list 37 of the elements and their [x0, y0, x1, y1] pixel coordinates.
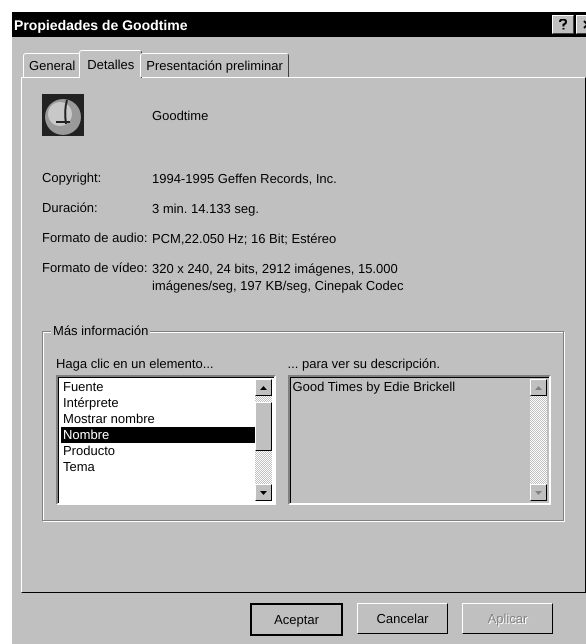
detail-label: Copyright:: [42, 170, 102, 187]
up-arrow-icon: [535, 386, 542, 390]
list-item[interactable]: Fuente: [61, 379, 255, 395]
help-button[interactable]: [552, 15, 574, 34]
property-list[interactable]: Fuente Intérprete Mostrar nombre Nombre Producto Tema: [56, 375, 276, 505]
list-item[interactable]: Producto: [61, 443, 255, 459]
description-text: Good Times by Edie Brickell: [292, 379, 456, 396]
description-label: ... para ver su descripción.: [288, 356, 442, 371]
help-icon: [559, 19, 567, 30]
up-arrow-icon: [260, 386, 267, 390]
scroll-down-button[interactable]: [530, 484, 547, 501]
group-title: Más información: [51, 323, 150, 338]
list-item[interactable]: Nombre: [61, 427, 255, 443]
detail-label: Formato de audio:: [42, 230, 149, 247]
detail-value: PCM,22.050 Hz; 16 Bit; Estéreo: [152, 230, 338, 247]
tab[interactable]: Presentación preliminar: [140, 53, 289, 77]
detail-value: 3 min. 14.133 seg.: [152, 200, 260, 217]
down-arrow-icon: [535, 490, 542, 494]
dialog-button[interactable]: Cancelar: [357, 603, 448, 634]
list-item[interactable]: Tema: [61, 459, 255, 475]
down-arrow-icon: [260, 490, 267, 494]
detail-value: 320 x 240, 24 bits, 2912 imágenes, 15.000 imágenes/seg, 197 KB/seg, Cinepak Codec: [152, 260, 404, 294]
detail-value: 1994-1995 Geffen Records, Inc.: [152, 170, 338, 187]
detail-label: Formato de vídeo:: [42, 260, 148, 277]
dialog-button[interactable]: Aceptar: [250, 603, 343, 636]
detail-label: Duración:: [42, 200, 99, 217]
scroll-thumb[interactable]: [254, 402, 272, 451]
tab[interactable]: General: [23, 53, 82, 77]
file-name: Goodtime: [152, 106, 210, 124]
window-title: Propiedades de Goodtime: [14, 16, 188, 32]
list-label: Haga clic en un elemento...: [56, 356, 215, 371]
list-item[interactable]: Mostrar nombre: [61, 411, 255, 427]
scroll-down-button[interactable]: [254, 484, 272, 501]
scroll-up-button[interactable]: [254, 379, 272, 396]
list-item[interactable]: Intérprete: [61, 395, 255, 411]
tab[interactable]: Detalles: [79, 50, 142, 78]
scroll-up-button[interactable]: [530, 379, 547, 396]
